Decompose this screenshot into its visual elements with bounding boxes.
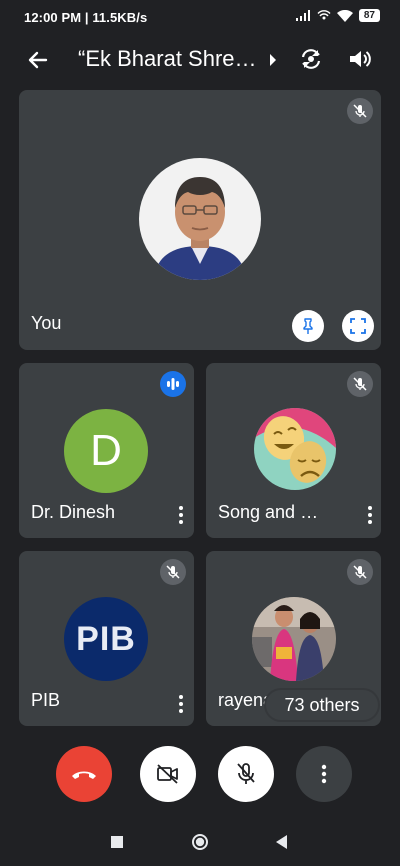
- status-icons: 87: [295, 9, 380, 22]
- more-vert-icon[interactable]: [173, 692, 189, 716]
- theater-masks-avatar: [254, 408, 336, 490]
- avatar-letter: D: [90, 426, 122, 475]
- more-vert-icon[interactable]: [173, 503, 189, 527]
- mic-off-badge: [347, 559, 373, 585]
- home-icon[interactable]: [191, 833, 209, 851]
- audio-level-icon: [167, 378, 179, 390]
- mic-off-badge: [347, 98, 373, 124]
- pib-logo-text: PIB: [76, 619, 136, 658]
- status-time-speed: 12:00 PM | 11.5KB/s: [24, 10, 148, 25]
- more-vert-icon: [321, 764, 327, 784]
- mic-off-icon: [166, 565, 180, 579]
- end-call-icon: [72, 771, 96, 779]
- arrow-left-icon[interactable]: [24, 46, 52, 74]
- pin-icon: [303, 318, 313, 334]
- mic-off-badge: [347, 371, 373, 397]
- mic-off-icon: [237, 763, 255, 784]
- system-nav-bar: [0, 816, 400, 866]
- participant-tile[interactable]: D Dr. Dinesh: [19, 363, 194, 538]
- speaker-icon[interactable]: [344, 44, 374, 74]
- speaking-indicator: [160, 371, 186, 397]
- switch-camera-icon[interactable]: [296, 44, 326, 74]
- status-bar: 12:00 PM | 11.5KB/s 87: [0, 0, 400, 36]
- mic-off-badge: [160, 559, 186, 585]
- participant-name: PIB: [31, 690, 61, 710]
- chevron-right-icon[interactable]: [268, 53, 278, 67]
- recents-icon[interactable]: [111, 836, 123, 848]
- others-count-chip[interactable]: 73 others: [266, 690, 378, 720]
- more-vert-icon[interactable]: [362, 503, 378, 527]
- end-call-button[interactable]: [56, 746, 112, 802]
- meeting-title[interactable]: “Ek Bharat Shre…: [78, 46, 258, 72]
- mic-toggle-button[interactable]: [218, 746, 274, 802]
- back-nav-icon[interactable]: [276, 835, 288, 849]
- mic-off-icon: [353, 565, 367, 579]
- self-avatar: [139, 158, 261, 280]
- camera-toggle-button[interactable]: [140, 746, 196, 802]
- fullscreen-button[interactable]: [342, 310, 374, 342]
- photo-avatar: [252, 597, 336, 681]
- signal-icon: [295, 9, 310, 21]
- camera-off-icon: [157, 764, 178, 784]
- wifi-icon: [336, 9, 353, 22]
- avatar-initial: D: [64, 409, 148, 493]
- participant-tile[interactable]: PIB PIB: [19, 551, 194, 726]
- more-options-button[interactable]: [296, 746, 352, 802]
- pin-button[interactable]: [292, 310, 324, 342]
- battery-indicator: 87: [358, 9, 380, 22]
- fullscreen-icon: [350, 318, 366, 334]
- participant-tile[interactable]: Song and …: [206, 363, 381, 538]
- pib-logo-avatar: PIB: [64, 597, 148, 681]
- participant-name: You: [31, 313, 62, 333]
- hotspot-icon: [317, 9, 331, 19]
- participant-name: Song and …: [218, 502, 319, 522]
- participant-name: Dr. Dinesh: [31, 502, 116, 522]
- self-tile[interactable]: You: [19, 90, 381, 350]
- mic-off-icon: [353, 104, 367, 118]
- others-count-label: 73 others: [284, 694, 360, 715]
- mic-off-icon: [353, 377, 367, 391]
- call-controls: [0, 740, 400, 810]
- meeting-top-bar: “Ek Bharat Shre…: [0, 40, 400, 80]
